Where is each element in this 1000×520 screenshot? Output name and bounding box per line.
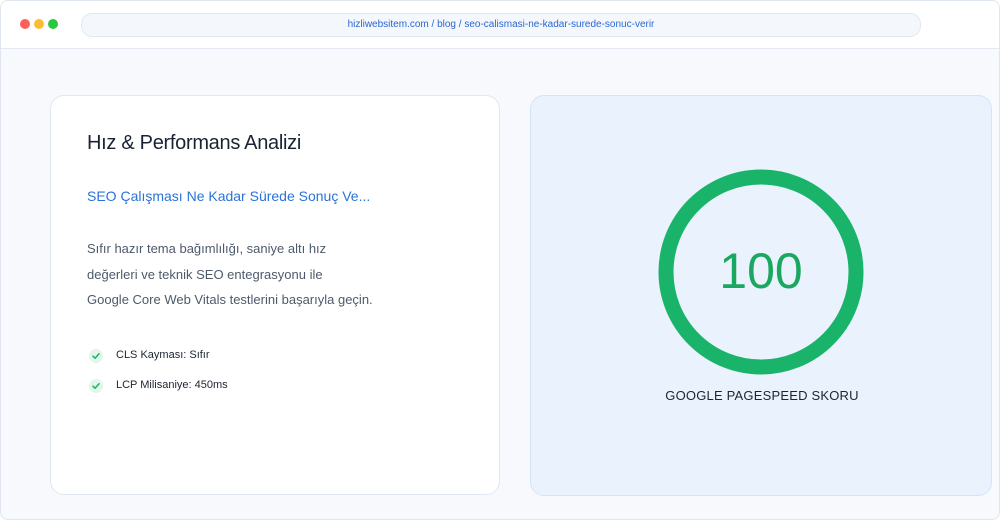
browser-toolbar: hizliwebsitem.com / blog / seo-calismasi… xyxy=(1,1,999,49)
browser-window: hizliwebsitem.com / blog / seo-calismasi… xyxy=(0,0,1000,520)
minimize-window-dot[interactable] xyxy=(34,19,44,29)
score-label: GOOGLE PAGESPEED SKORU xyxy=(665,388,859,403)
card-description: Sıfır hazır tema bağımlılığı, saniye alt… xyxy=(87,236,417,313)
article-link[interactable]: SEO Çalışması Ne Kadar Sürede Sonuç Ve..… xyxy=(87,188,370,204)
check-icon xyxy=(89,349,103,363)
check-icon xyxy=(89,379,103,393)
card-title: Hız & Performans Analizi xyxy=(87,132,301,154)
description-line: Google Core Web Vitals testlerini başarı… xyxy=(87,292,373,307)
performance-analysis-card: Hız & Performans Analizi SEO Çalışması N… xyxy=(50,95,500,495)
description-line: değerleri ve teknik SEO entegrasyonu ile xyxy=(87,266,323,282)
checklist-item-label: CLS Kayması: Sıfır xyxy=(116,349,210,361)
address-bar[interactable]: hizliwebsitem.com / blog / seo-calismasi… xyxy=(81,13,921,37)
pagespeed-score-card: 100 GOOGLE PAGESPEED SKORU xyxy=(530,95,992,496)
description-line: Sıfır hazır tema bağımlılığı, saniye alt… xyxy=(87,241,327,256)
checklist-item-label: LCP Milisaniye: 450ms xyxy=(116,379,228,391)
close-window-dot[interactable] xyxy=(20,19,30,29)
score-value: 100 xyxy=(719,243,803,299)
maximize-window-dot[interactable] xyxy=(48,19,58,29)
